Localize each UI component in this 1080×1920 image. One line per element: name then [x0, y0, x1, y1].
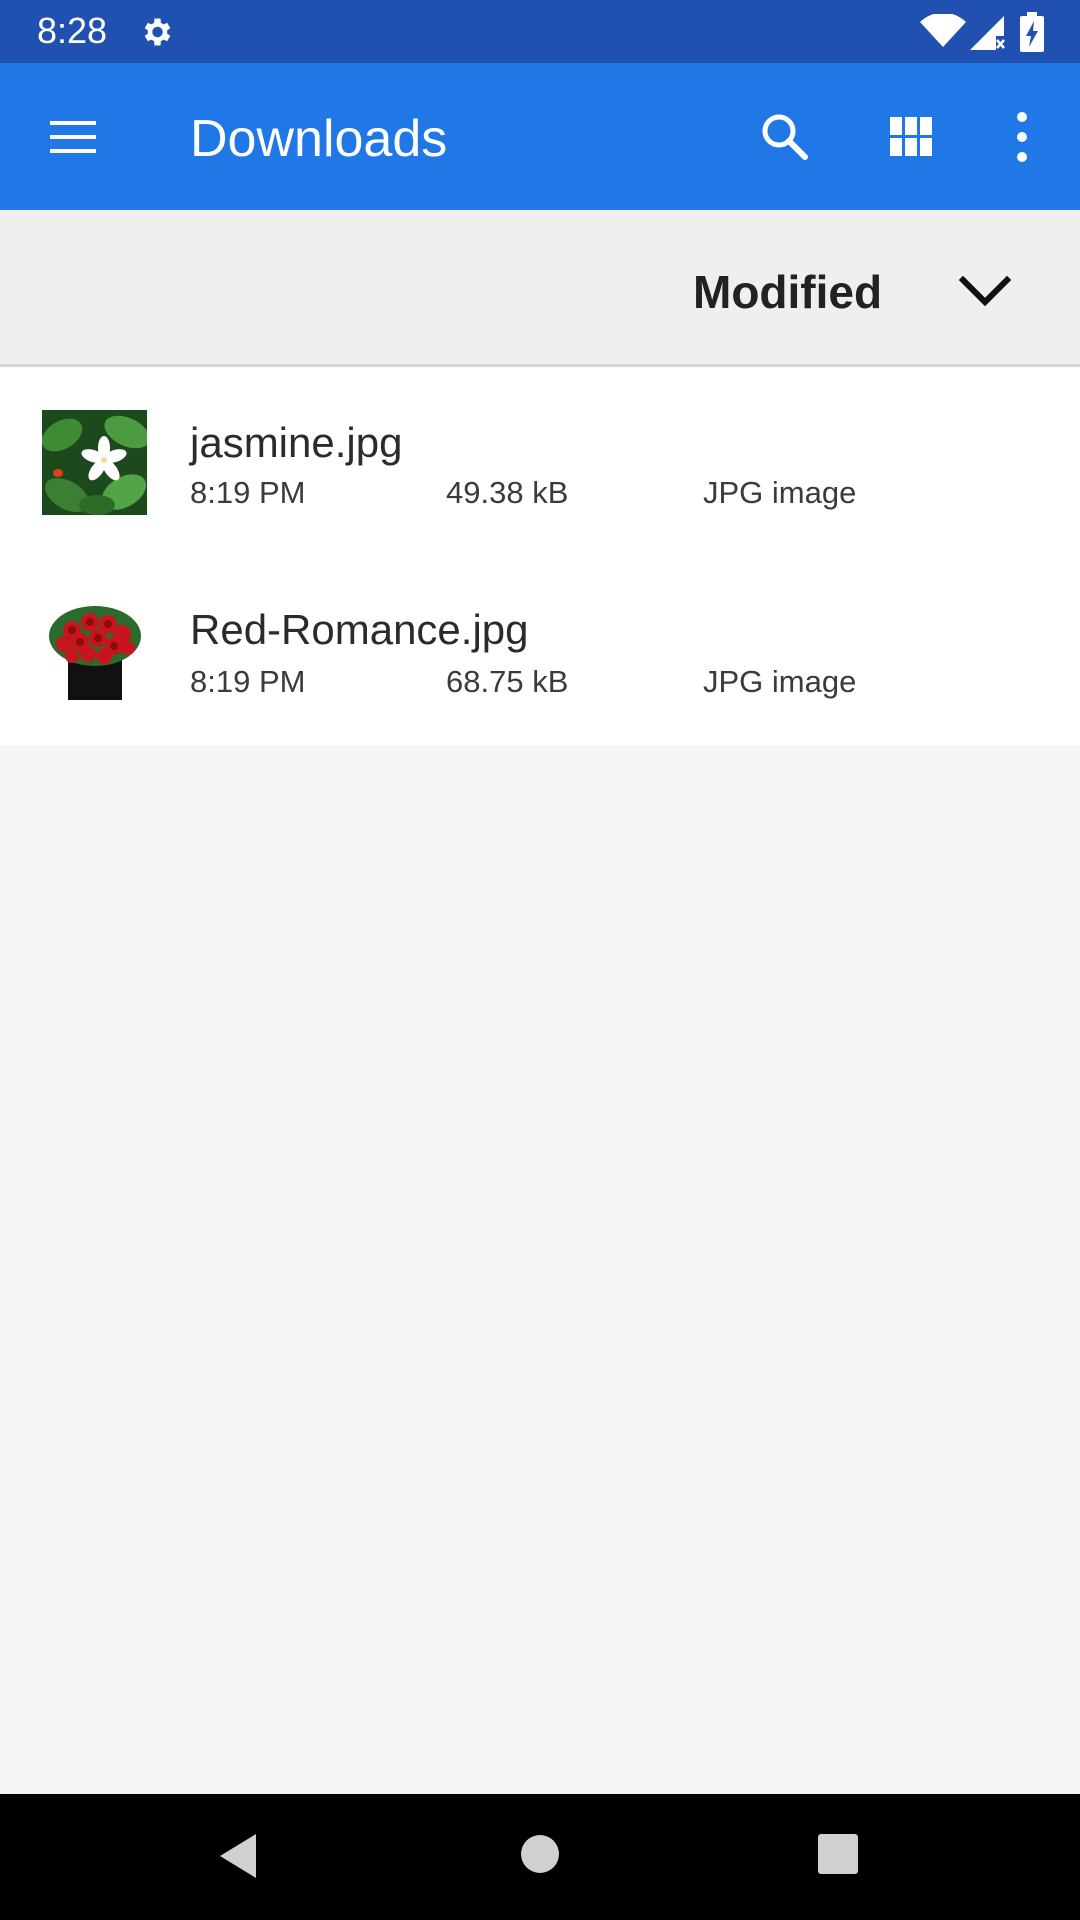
red-roses-bouquet-thumbnail: [42, 598, 147, 703]
home-icon[interactable]: [520, 1834, 560, 1874]
app-bar: Downloads: [0, 63, 1080, 210]
status-bar: 8:28: [0, 0, 1080, 63]
back-icon[interactable]: [216, 1830, 260, 1882]
file-time: 8:19 PM: [190, 664, 306, 699]
wifi-icon: [920, 14, 966, 47]
sort-label[interactable]: Modified: [693, 265, 882, 319]
system-nav-bar: [0, 1794, 1080, 1920]
grid-view-icon[interactable]: [884, 109, 940, 165]
file-name: jasmine.jpg: [190, 419, 403, 466]
jasmine-flower-thumbnail: [42, 410, 147, 515]
battery-charging-icon: [1020, 12, 1044, 52]
sort-bar: Modified: [0, 210, 1080, 367]
file-time: 8:19 PM: [190, 475, 306, 510]
page-title: Downloads: [190, 110, 448, 168]
file-row-jasmine[interactable]: jasmine.jpg 8:19 PM 49.38 kB JPG image: [0, 367, 1080, 556]
more-vert-icon[interactable]: [1006, 107, 1038, 167]
chevron-down-icon[interactable]: [955, 272, 1015, 312]
file-size: 68.75 kB: [446, 664, 569, 699]
search-icon[interactable]: [755, 107, 815, 167]
file-size: 49.38 kB: [446, 475, 569, 510]
cell-signal-icon: [970, 16, 1005, 50]
file-type: JPG image: [703, 475, 857, 510]
status-time: 8:28: [37, 10, 108, 51]
settings-gear-icon: [144, 18, 171, 46]
file-list: jasmine.jpg 8:19 PM 49.38 kB JPG image R…: [0, 367, 1080, 745]
file-name: Red-Romance.jpg: [190, 606, 529, 653]
file-row-red-romance[interactable]: Red-Romance.jpg 8:19 PM 68.75 kB JPG ima…: [0, 556, 1080, 745]
menu-icon[interactable]: [42, 111, 104, 163]
file-type: JPG image: [703, 664, 857, 699]
recents-icon[interactable]: [818, 1834, 858, 1874]
